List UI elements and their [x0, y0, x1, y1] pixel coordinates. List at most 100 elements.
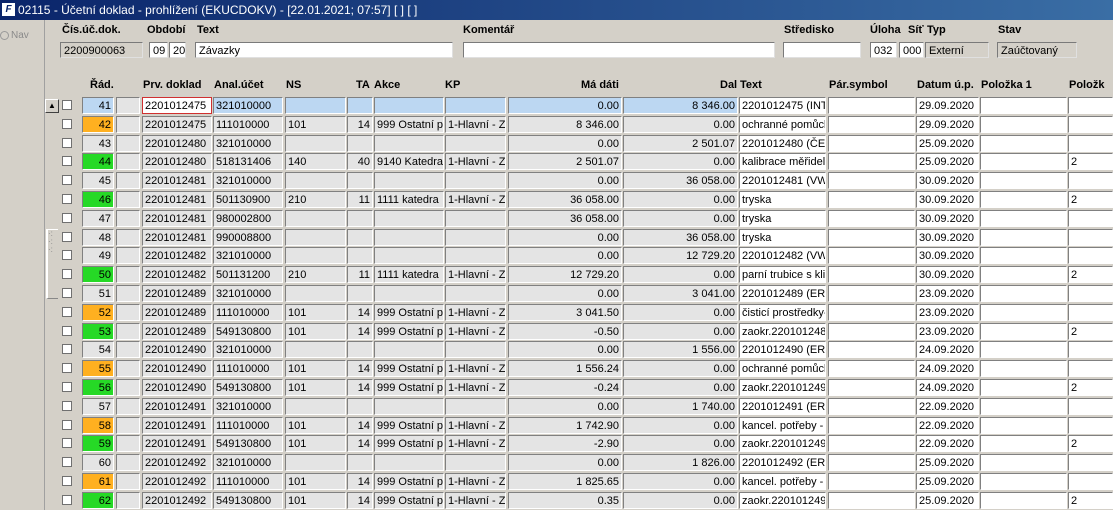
cell-par-symbol[interactable]	[828, 379, 915, 396]
cell-rad[interactable]: 59	[82, 435, 114, 452]
row-checkbox[interactable]	[62, 363, 72, 373]
row-checkbox[interactable]	[62, 420, 72, 430]
period-month-field[interactable]: 09	[149, 42, 168, 58]
cell-dal[interactable]: 0.00	[623, 379, 738, 396]
cell-polozka2[interactable]	[1068, 341, 1113, 358]
cell-polozka2[interactable]: 2	[1068, 435, 1113, 452]
cell-text[interactable]: 2201012491 (ERC	[739, 398, 826, 415]
cell-dal[interactable]: 0.00	[623, 153, 738, 170]
cell-blank[interactable]	[116, 266, 140, 283]
cell-par-symbol[interactable]	[828, 210, 915, 227]
cell-ma-dati[interactable]: 0.00	[508, 398, 622, 415]
cell-ns[interactable]: 210	[285, 266, 346, 283]
cell-par-symbol[interactable]	[828, 417, 915, 434]
cell-kp[interactable]: 1-Hlavní - Zd	[445, 304, 506, 321]
cell-polozka2[interactable]: 2	[1068, 323, 1113, 340]
cell-akce[interactable]: 999 Ostatní pr	[374, 360, 444, 377]
cell-ns[interactable]	[285, 229, 346, 246]
cell-ma-dati[interactable]: 0.00	[508, 454, 622, 471]
cell-ta[interactable]: 14	[347, 304, 373, 321]
row-checkbox[interactable]	[62, 401, 72, 411]
cell-dal[interactable]: 0.00	[623, 116, 738, 133]
cell-anal-ucet[interactable]: 111010000	[213, 116, 283, 133]
cell-text[interactable]: 2201012482 (VW)	[739, 247, 826, 264]
cell-akce[interactable]: 9140 Katedra	[374, 153, 444, 170]
cell-polozka2[interactable]	[1068, 229, 1113, 246]
cell-text[interactable]: 2201012475 (INTI	[739, 97, 826, 114]
cell-ta[interactable]: 14	[347, 435, 373, 452]
cell-anal-ucet[interactable]: 501130900	[213, 191, 283, 208]
cell-polozka1[interactable]	[980, 191, 1067, 208]
cell-blank[interactable]	[116, 191, 140, 208]
cell-ns[interactable]	[285, 247, 346, 264]
col-header-datum[interactable]: Datum ú.p.	[917, 79, 974, 91]
row-checkbox[interactable]	[62, 232, 72, 242]
cell-polozka1[interactable]	[980, 341, 1067, 358]
col-header-par-symbol[interactable]: Pár.symbol	[829, 79, 888, 91]
cell-ns[interactable]	[285, 285, 346, 302]
cell-ta[interactable]: 14	[347, 379, 373, 396]
cell-text[interactable]: 2201012490 (ERC	[739, 341, 826, 358]
cell-text[interactable]: kancel. potřeby -	[739, 473, 826, 490]
cell-polozka1[interactable]	[980, 153, 1067, 170]
cell-text[interactable]: tryska	[739, 191, 826, 208]
cell-akce[interactable]	[374, 97, 444, 114]
cell-kp[interactable]: 1-Hlavní - Zd	[445, 379, 506, 396]
cell-ma-dati[interactable]: -0.50	[508, 323, 622, 340]
cell-prv-doklad[interactable]: 2201012491	[142, 417, 212, 434]
cell-rad[interactable]: 47	[82, 210, 114, 227]
row-checkbox[interactable]	[62, 156, 72, 166]
cell-par-symbol[interactable]	[828, 153, 915, 170]
cell-ma-dati[interactable]: 0.00	[508, 172, 622, 189]
cell-par-symbol[interactable]	[828, 172, 915, 189]
cell-par-symbol[interactable]	[828, 492, 915, 509]
cell-prv-doklad[interactable]: 2201012475	[142, 97, 212, 114]
cell-akce[interactable]	[374, 135, 444, 152]
cell-polozka2[interactable]	[1068, 210, 1113, 227]
cell-rad[interactable]: 58	[82, 417, 114, 434]
cell-datum[interactable]: 23.09.2020	[916, 304, 979, 321]
cell-blank[interactable]	[116, 341, 140, 358]
cell-polozka1[interactable]	[980, 323, 1067, 340]
cell-ns[interactable]	[285, 172, 346, 189]
cell-akce[interactable]: 999 Ostatní pr	[374, 435, 444, 452]
cell-datum[interactable]: 22.09.2020	[916, 398, 979, 415]
cell-blank[interactable]	[116, 454, 140, 471]
cell-prv-doklad[interactable]: 2201012489	[142, 323, 212, 340]
cell-blank[interactable]	[116, 304, 140, 321]
cell-ma-dati[interactable]: 1 742.90	[508, 417, 622, 434]
cell-polozka2[interactable]: 2	[1068, 379, 1113, 396]
cell-datum[interactable]: 22.09.2020	[916, 417, 979, 434]
cell-ns[interactable]: 101	[285, 435, 346, 452]
cell-kp[interactable]	[445, 454, 506, 471]
cell-blank[interactable]	[116, 247, 140, 264]
cell-anal-ucet[interactable]: 321010000	[213, 398, 283, 415]
cell-ta[interactable]	[347, 97, 373, 114]
cell-rad[interactable]: 57	[82, 398, 114, 415]
cell-polozka1[interactable]	[980, 97, 1067, 114]
cell-ta[interactable]	[347, 454, 373, 471]
cell-ta[interactable]	[347, 210, 373, 227]
cell-rad[interactable]: 41	[82, 97, 114, 114]
cell-anal-ucet[interactable]: 111010000	[213, 304, 283, 321]
cell-kp[interactable]: 1-Hlavní - Zd	[445, 492, 506, 509]
cell-akce[interactable]	[374, 285, 444, 302]
cell-polozka1[interactable]	[980, 247, 1067, 264]
cell-kp[interactable]: 1-Hlavní - Zd	[445, 360, 506, 377]
cell-kp[interactable]: 1-Hlavní - Zd	[445, 323, 506, 340]
cell-akce[interactable]	[374, 341, 444, 358]
doc-number-field[interactable]: 2200900063	[60, 42, 143, 58]
cell-ta[interactable]	[347, 172, 373, 189]
cell-par-symbol[interactable]	[828, 304, 915, 321]
cell-kp[interactable]	[445, 341, 506, 358]
cell-ta[interactable]	[347, 341, 373, 358]
cell-polozka1[interactable]	[980, 135, 1067, 152]
row-checkbox[interactable]	[62, 194, 72, 204]
text-field[interactable]: Závazky	[195, 42, 453, 58]
cell-ma-dati[interactable]: 1 825.65	[508, 473, 622, 490]
cell-polozka2[interactable]	[1068, 285, 1113, 302]
cell-ns[interactable]: 101	[285, 116, 346, 133]
cell-par-symbol[interactable]	[828, 360, 915, 377]
cell-dal[interactable]: 1 556.00	[623, 341, 738, 358]
cell-polozka1[interactable]	[980, 285, 1067, 302]
